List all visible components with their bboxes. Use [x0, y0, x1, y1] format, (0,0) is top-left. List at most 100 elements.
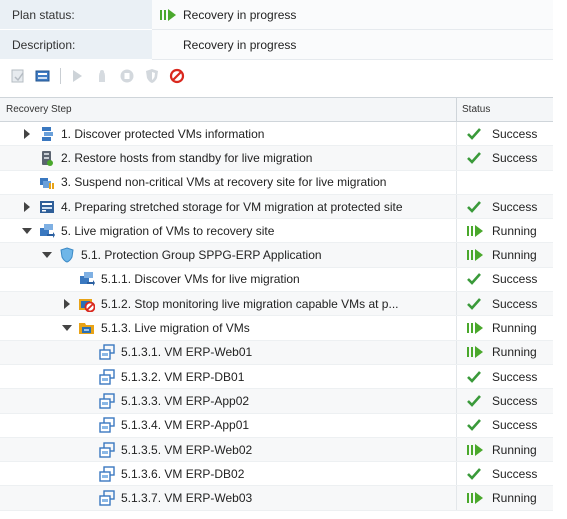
table-row[interactable]: 5.1.3.7. VM ERP-Web03 Running — [0, 486, 553, 511]
status-cell: Success — [457, 268, 553, 291]
success-check-icon — [467, 200, 484, 213]
recovery-step-cell: 3. Suspend non-critical VMs at recovery … — [0, 170, 457, 194]
expand-chevron-icon[interactable] — [61, 298, 73, 310]
status-cell: Running — [457, 243, 553, 266]
recovery-step-cell: 5.1.3. Live migration of VMs — [0, 316, 457, 340]
status-text: Success — [492, 369, 538, 384]
status-cell: Success — [457, 195, 553, 218]
plan-status-value: Recovery in progress — [183, 7, 297, 22]
status-text: Running — [492, 248, 537, 263]
vm-icon — [99, 466, 115, 482]
table-row[interactable]: 5.1.3.5. VM ERP-Web02 Running — [0, 437, 553, 463]
success-check-icon — [467, 152, 484, 164]
vm-icon — [99, 490, 115, 506]
success-check-icon — [467, 419, 484, 432]
recovery-step-cell: 5.1.3.4. VM ERP-App01 — [0, 413, 457, 437]
protection-group-icon — [59, 247, 75, 263]
toolbar — [0, 62, 553, 90]
table-row[interactable]: 5.1. Protection Group SPPG-ERP Applicati… — [0, 243, 553, 268]
column-header-recovery-step[interactable]: Recovery Step — [0, 98, 457, 121]
running-icon — [467, 322, 484, 335]
reprotect-icon[interactable] — [94, 68, 110, 84]
vm-icon — [99, 368, 115, 385]
status-text: Success — [492, 466, 538, 481]
grid-body: 1. Discover protected VMs information Suc… — [0, 122, 553, 511]
host-icon — [39, 150, 55, 166]
status-text: Success — [492, 272, 538, 287]
table-row[interactable]: 5.1.3.6. VM ERP-DB02 Success — [0, 462, 553, 487]
vm-icon — [99, 393, 115, 409]
table-row[interactable]: 5.1.3.4. VM ERP-App01 Success — [0, 413, 553, 438]
status-text: Success — [492, 199, 538, 214]
running-icon — [467, 249, 484, 262]
recovery-step-label: 5.1.3.3. VM ERP-App02 — [121, 393, 250, 408]
status-text: Running — [492, 321, 537, 336]
test-icon[interactable] — [10, 68, 26, 84]
status-cell: Running — [457, 316, 553, 339]
expand-chevron-icon[interactable] — [21, 201, 33, 213]
recovery-step-cell: 5.1.3.5. VM ERP-Web02 — [0, 437, 457, 462]
status-text: Success — [492, 393, 538, 408]
cancel-icon[interactable] — [169, 68, 185, 84]
collapse-chevron-icon[interactable] — [61, 322, 73, 334]
vm-icon — [99, 344, 115, 361]
running-icon — [467, 224, 484, 237]
recovery-step-label: 3. Suspend non-critical VMs at recovery … — [61, 175, 387, 190]
table-row[interactable]: 5.1.3.3. VM ERP-App02 Success — [0, 389, 553, 414]
vm-icon — [99, 417, 115, 433]
cleanup-icon[interactable] — [35, 68, 51, 84]
status-text: Running — [492, 491, 537, 506]
table-row[interactable]: 5.1.3. Live migration of VMs Running — [0, 316, 553, 341]
migrate-icon — [39, 223, 55, 239]
storage-icon — [39, 199, 55, 215]
status-text: Success — [492, 150, 538, 165]
recovery-step-cell: 2. Restore hosts from standby for live m… — [0, 146, 457, 170]
status-cell: Success — [457, 292, 553, 315]
column-header-status[interactable]: Status — [457, 98, 553, 121]
recovery-step-cell: 5.1.2. Stop monitoring live migration ca… — [0, 292, 457, 316]
status-text: Running — [492, 223, 537, 238]
table-row[interactable]: 4. Preparing stretched storage for VM mi… — [0, 194, 553, 220]
collapse-chevron-icon[interactable] — [21, 225, 33, 237]
resume-icon[interactable] — [144, 68, 160, 84]
status-cell: Running — [457, 486, 553, 509]
recovery-step-label: 2. Restore hosts from standby for live m… — [61, 150, 313, 165]
recovery-step-label: 5.1.1. Discover VMs for live migration — [101, 272, 300, 287]
toolbar-divider — [60, 68, 61, 84]
status-cell: Success — [457, 146, 553, 169]
expand-chevron-icon[interactable] — [21, 128, 33, 140]
table-row[interactable]: 5. Live migration of VMs to recovery sit… — [0, 219, 553, 244]
status-text: Success — [492, 126, 538, 141]
plan-description-row: Description: Recovery in progress — [0, 30, 553, 60]
status-cell — [457, 171, 553, 194]
recovery-step-label: 5.1.3.1. VM ERP-Web01 — [121, 345, 253, 360]
plan-status-label: Plan status: — [0, 0, 152, 30]
status-text: Running — [492, 442, 537, 457]
success-check-icon — [467, 273, 484, 286]
vm-folder-icon — [79, 320, 95, 336]
table-row[interactable]: 3. Suspend non-critical VMs at recovery … — [0, 170, 553, 195]
status-cell: Success — [457, 389, 553, 412]
status-cell: Running — [457, 219, 553, 242]
recovery-step-cell: 4. Preparing stretched storage for VM mi… — [0, 194, 457, 219]
recovery-step-cell: 5.1.3.2. VM ERP-DB01 — [0, 364, 457, 389]
status-cell: Success — [457, 462, 553, 485]
collapse-chevron-icon[interactable] — [41, 249, 53, 261]
recovery-step-label: 5.1.3.5. VM ERP-Web02 — [121, 442, 253, 457]
status-text: Success — [492, 418, 538, 433]
table-row[interactable]: 5.1.3.2. VM ERP-DB01 Success — [0, 364, 553, 390]
success-check-icon — [467, 297, 484, 310]
table-row[interactable]: 1. Discover protected VMs information Suc… — [0, 122, 553, 147]
status-cell: Running — [457, 438, 553, 461]
running-icon — [467, 443, 484, 456]
running-icon — [467, 346, 484, 359]
run-icon[interactable] — [69, 68, 85, 84]
table-row[interactable]: 5.1.1. Discover VMs for live migration Su… — [0, 267, 553, 293]
table-row[interactable]: 2. Restore hosts from standby for live m… — [0, 146, 553, 171]
table-row[interactable]: 5.1.3.1. VM ERP-Web01 Running — [0, 340, 553, 365]
recovery-step-label: 1. Discover protected VMs information — [61, 126, 265, 141]
recovery-step-label: 5.1.3. Live migration of VMs — [101, 321, 250, 336]
pause-icon[interactable] — [119, 68, 135, 84]
table-row[interactable]: 5.1.2. Stop monitoring live migration ca… — [0, 292, 553, 317]
recovery-step-label: 5.1.3.6. VM ERP-DB02 — [121, 466, 245, 481]
